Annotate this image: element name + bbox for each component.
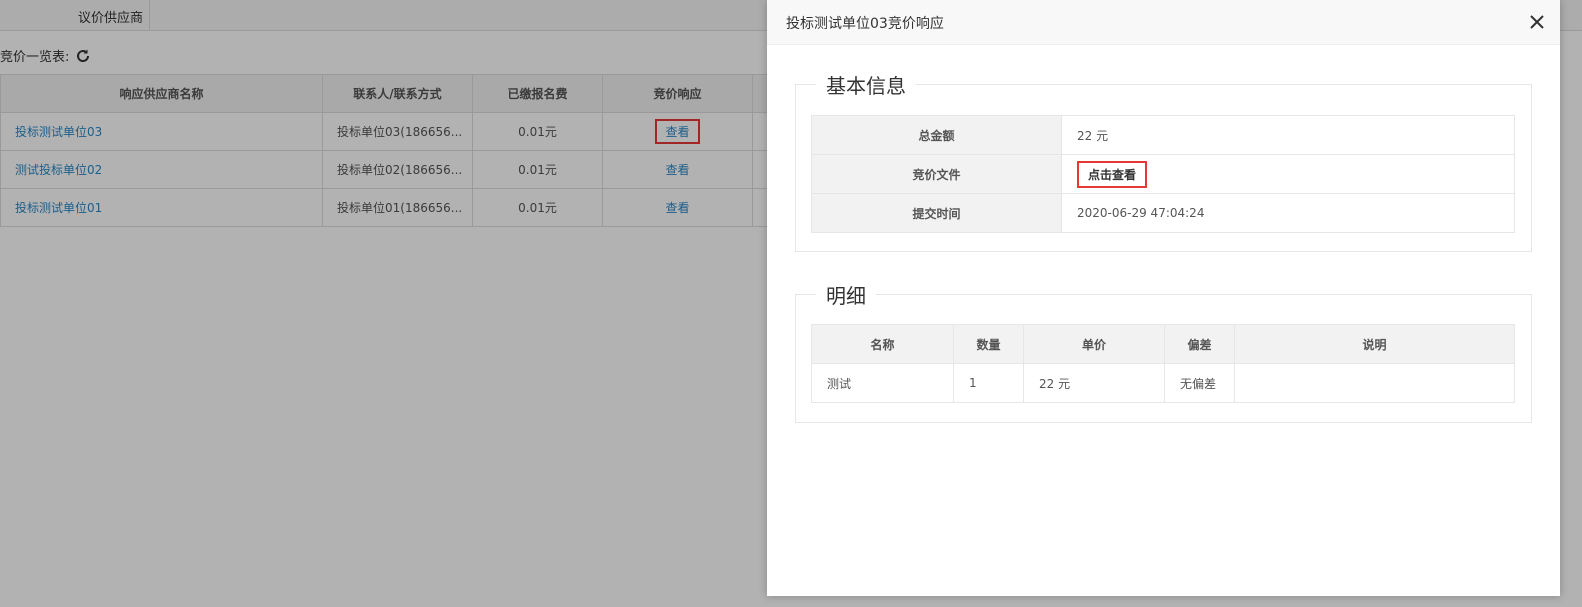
basic-info-legend: 基本信息 <box>826 74 906 98</box>
info-label: 提交时间 <box>811 193 1062 233</box>
response-dialog: 投标测试单位03竞价响应 基本信息 总金额 22 元 竞价文件 点击查看 提交时… <box>767 0 1560 596</box>
info-row: 总金额 22 元 <box>811 115 1515 155</box>
col-quantity: 数量 <box>953 324 1024 364</box>
info-row: 提交时间 2020-06-29 47:04:24 <box>811 193 1515 233</box>
description-cell <box>1234 363 1515 403</box>
unit-price-cell: 22 元 <box>1023 363 1165 403</box>
info-value-file: 点击查看 <box>1061 154 1515 194</box>
detail-legend: 明细 <box>826 284 866 308</box>
close-icon[interactable] <box>1528 13 1546 31</box>
detail-header-row: 名称 数量 单价 偏差 说明 <box>811 324 1515 364</box>
view-file-button[interactable]: 点击查看 <box>1077 160 1148 188</box>
col-description: 说明 <box>1234 324 1515 364</box>
deviation-cell: 无偏差 <box>1164 363 1235 403</box>
basic-info-table: 总金额 22 元 竞价文件 点击查看 提交时间 2020-06-29 47:04… <box>811 115 1515 233</box>
info-label: 竞价文件 <box>811 154 1062 194</box>
detail-table: 名称 数量 单价 偏差 说明 测试 1 22 元 无偏差 <box>811 324 1515 403</box>
item-name-cell: 测试 <box>811 363 954 403</box>
col-unit-price: 单价 <box>1023 324 1165 364</box>
info-value-amount: 22 元 <box>1061 115 1515 155</box>
dialog-header: 投标测试单位03竞价响应 <box>767 0 1560 45</box>
table-row: 测试 1 22 元 无偏差 <box>811 363 1515 403</box>
dialog-title: 投标测试单位03竞价响应 <box>786 16 944 32</box>
info-row: 竞价文件 点击查看 <box>811 154 1515 194</box>
info-value-time: 2020-06-29 47:04:24 <box>1061 193 1515 233</box>
info-label: 总金额 <box>811 115 1062 155</box>
quantity-cell: 1 <box>953 363 1024 403</box>
col-deviation: 偏差 <box>1164 324 1235 364</box>
col-item-name: 名称 <box>811 324 954 364</box>
